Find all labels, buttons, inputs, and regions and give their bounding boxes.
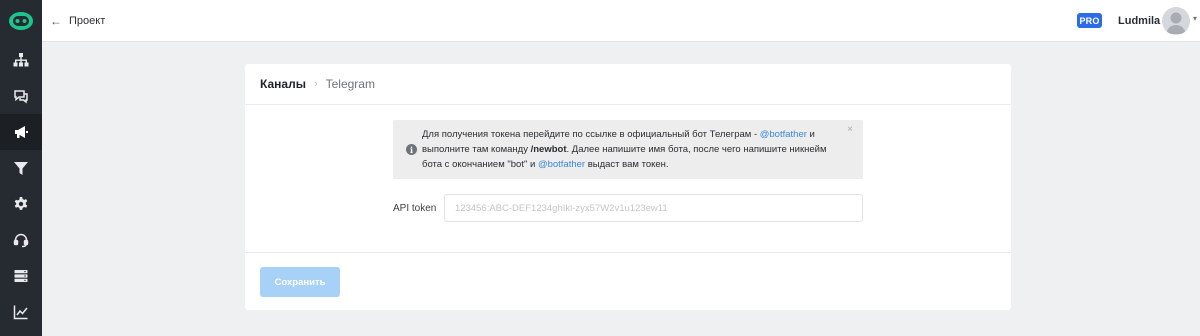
- info-notice: i Для получения токена перейдите по ссыл…: [393, 120, 863, 179]
- chevron-down-icon[interactable]: ▾: [1193, 14, 1197, 23]
- sidebar-item-structure[interactable]: [0, 42, 42, 78]
- botfather-link[interactable]: @botfather: [538, 159, 585, 170]
- sidebar-item-analytics[interactable]: [0, 294, 42, 330]
- newbot-command: /newbot: [530, 144, 567, 155]
- filter-icon: [14, 162, 28, 175]
- pro-badge: PRO: [1077, 13, 1102, 28]
- sidebar-item-funnels[interactable]: [0, 150, 42, 186]
- close-icon[interactable]: ×: [847, 124, 853, 135]
- channel-settings-card: Каналы › Telegram i Для получения токена…: [245, 64, 1011, 310]
- avatar[interactable]: [1162, 7, 1190, 35]
- save-button[interactable]: Сохранить: [260, 267, 340, 297]
- sitemap-icon: [13, 53, 29, 67]
- info-text-part: Для получения токена перейдите по ссылке…: [422, 129, 760, 140]
- top-bar: ← Проект PRO Ludmila ▾: [42, 0, 1200, 42]
- bot-logo-icon: [9, 12, 33, 30]
- user-avatar-icon: [1166, 12, 1186, 34]
- back-link[interactable]: ← Проект: [50, 0, 105, 42]
- botfather-link[interactable]: @botfather: [760, 129, 807, 140]
- sidebar: [0, 0, 42, 336]
- divider: [245, 252, 1011, 253]
- breadcrumb-telegram: Telegram: [325, 77, 375, 91]
- chart-line-icon: [13, 305, 28, 320]
- info-text: Для получения токена перейдите по ссылке…: [422, 127, 847, 172]
- info-icon: i: [406, 144, 417, 155]
- server-icon: [14, 270, 28, 282]
- headset-icon: [13, 233, 29, 248]
- megaphone-icon: [15, 126, 28, 138]
- chat-icon: [14, 90, 28, 104]
- sidebar-item-settings[interactable]: [0, 186, 42, 222]
- arrow-left-icon: ←: [50, 14, 62, 28]
- app-logo[interactable]: [0, 0, 42, 42]
- breadcrumb-separator: ›: [313, 78, 318, 90]
- api-token-label: API token: [393, 202, 437, 214]
- sidebar-item-support[interactable]: [0, 222, 42, 258]
- sidebar-item-chats[interactable]: [0, 78, 42, 114]
- api-token-input[interactable]: [444, 194, 863, 222]
- sidebar-item-database[interactable]: [0, 258, 42, 294]
- gear-icon: [14, 197, 28, 210]
- back-label: Проект: [69, 15, 106, 27]
- breadcrumb: Каналы › Telegram: [245, 64, 1011, 105]
- username[interactable]: Ludmila: [1118, 0, 1160, 42]
- sidebar-item-channels[interactable]: [0, 114, 42, 150]
- breadcrumb-channels[interactable]: Каналы: [260, 77, 306, 91]
- info-text-part: выдаст вам токен.: [585, 159, 669, 170]
